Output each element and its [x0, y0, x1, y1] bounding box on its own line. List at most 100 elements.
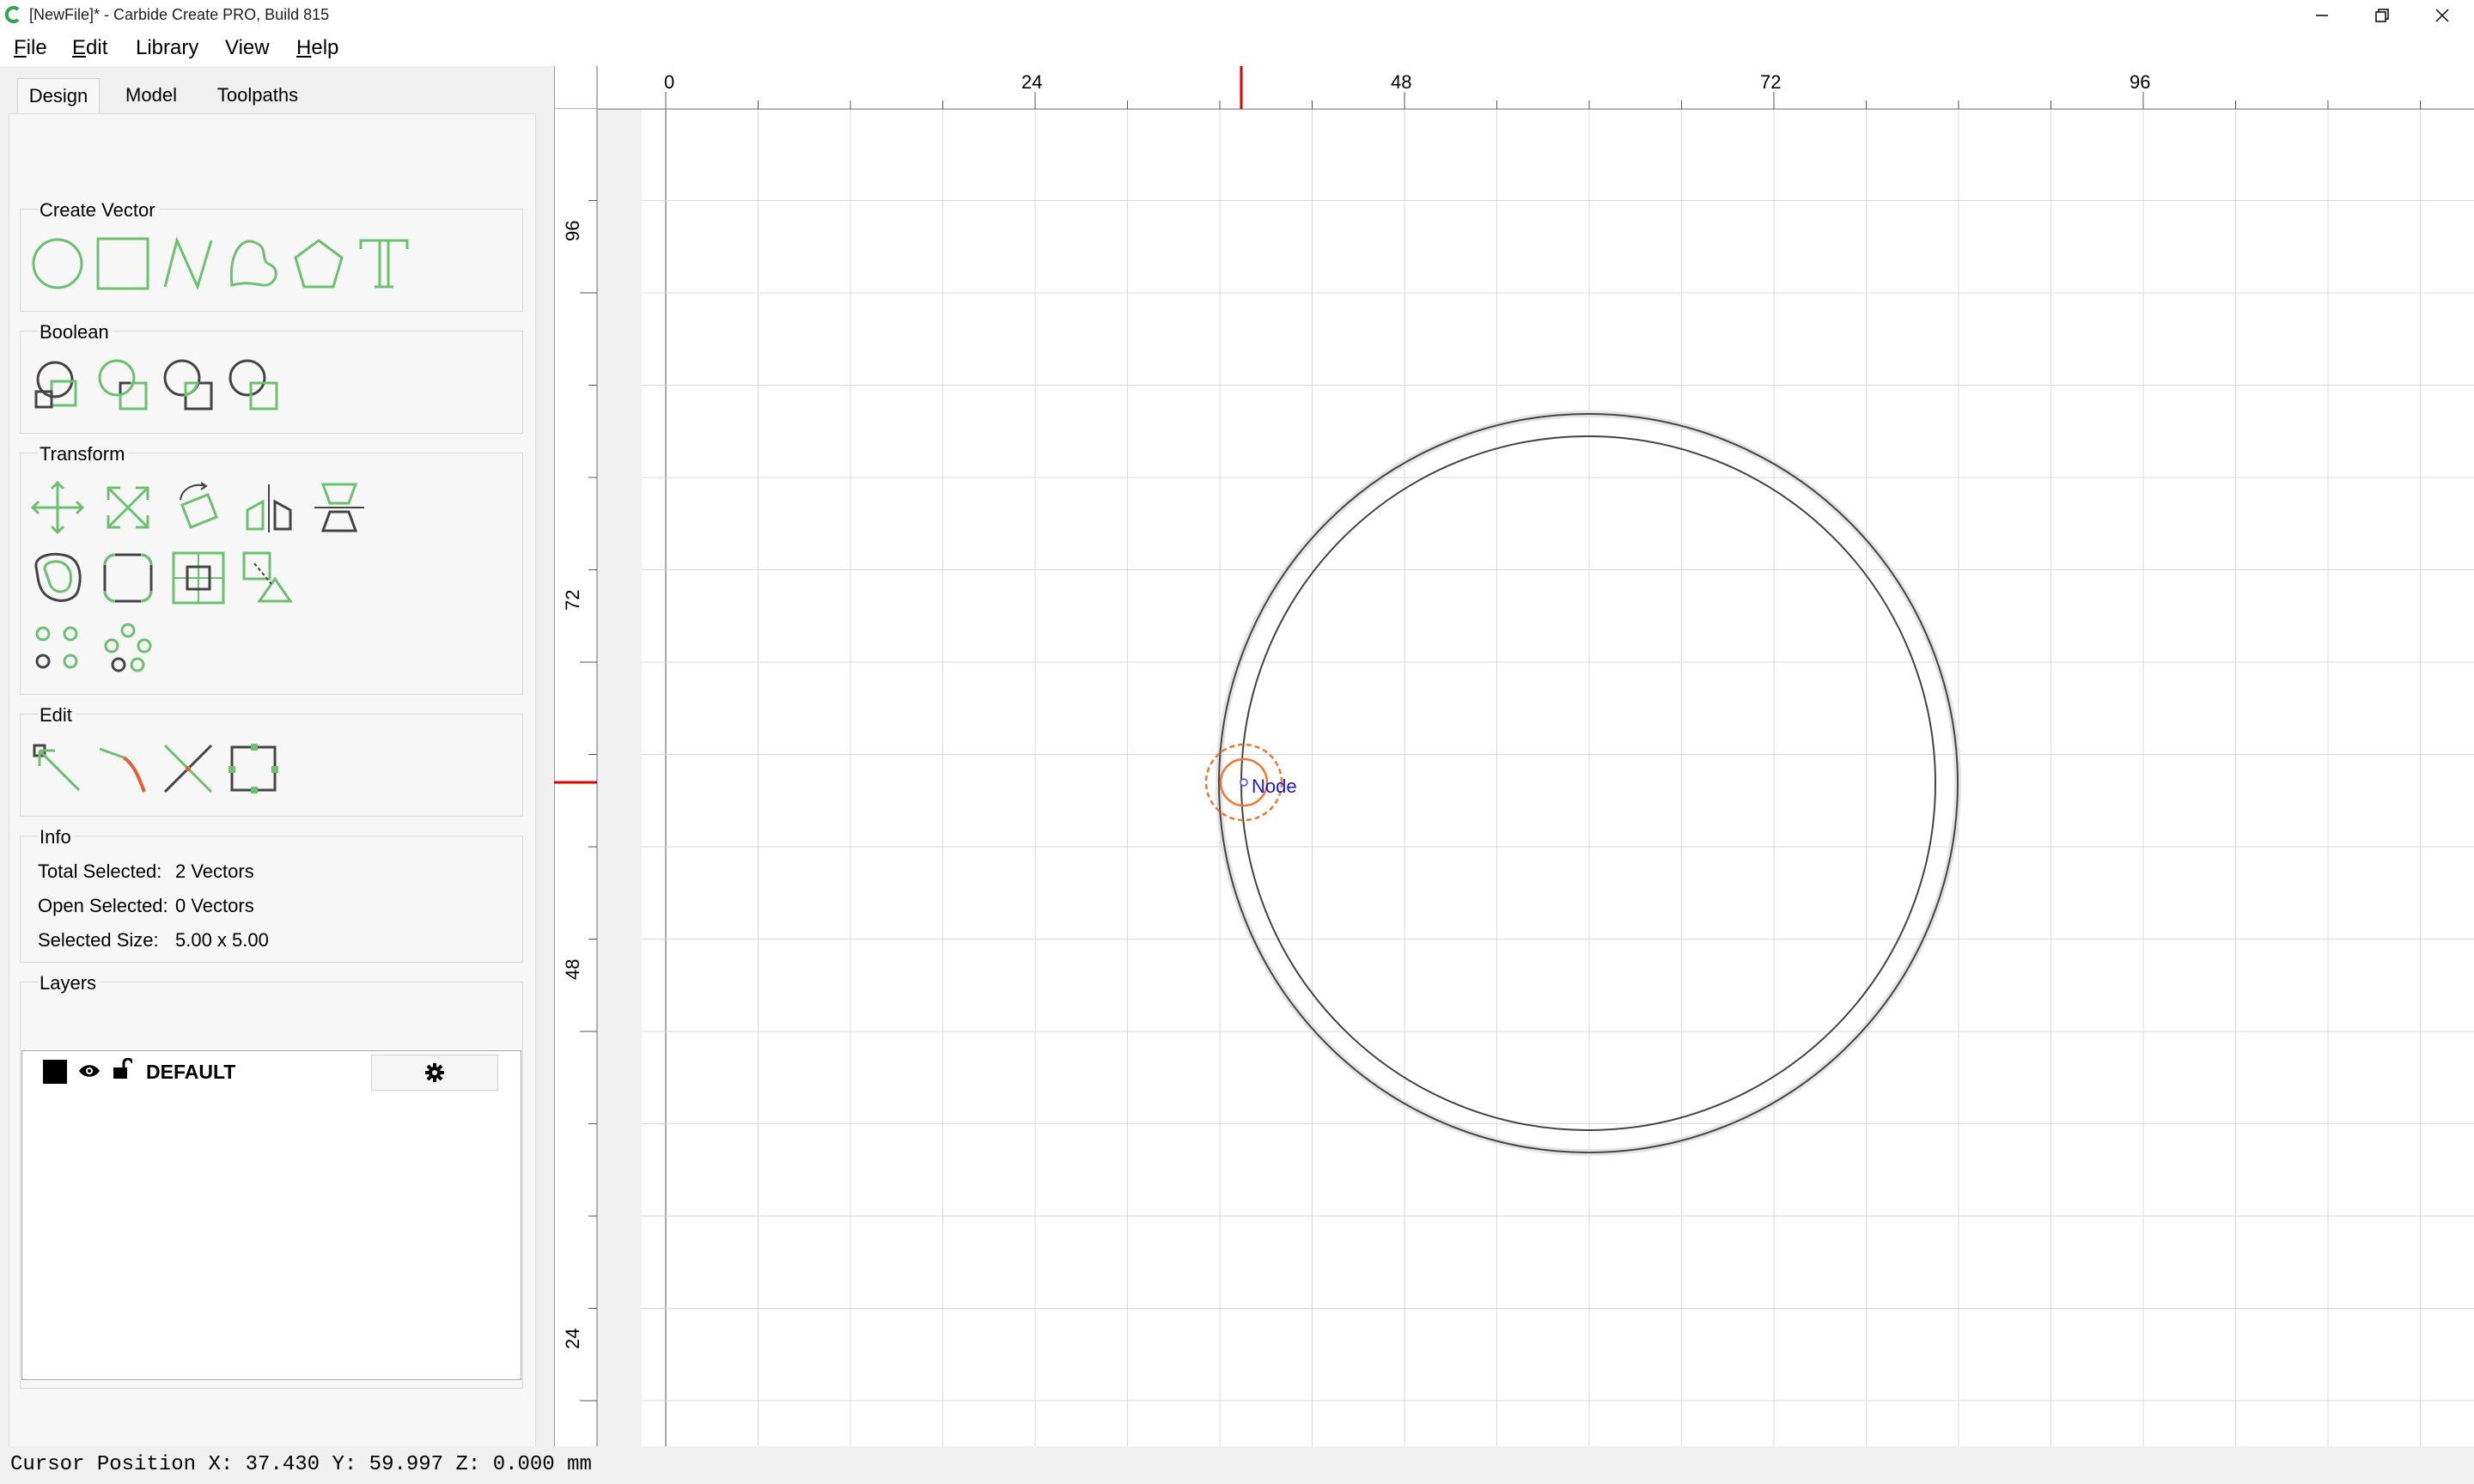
polygon-tool-icon	[294, 239, 344, 289]
linear-array-button[interactable]	[29, 620, 86, 677]
rectangle-tool-icon	[96, 237, 149, 290]
mirror-button[interactable]	[241, 479, 297, 536]
ruler-top-label-48: 48	[1391, 71, 1411, 93]
open-selected-row: Open Selected: 0 Vectors	[38, 895, 254, 917]
trim-icon	[99, 747, 146, 793]
rotate-button[interactable]	[170, 479, 227, 536]
ruler-top-label-24: 24	[1021, 71, 1042, 93]
canvas-svg[interactable]: 0 24 48 72 96 96 72 48 24 Node	[553, 66, 2474, 1446]
eye-icon[interactable]	[77, 1061, 101, 1080]
menu-help[interactable]: Help	[296, 35, 338, 61]
edit-group: Edit	[20, 704, 523, 817]
boolean-group: Boolean	[20, 321, 523, 434]
subtract-button[interactable]	[94, 357, 151, 414]
restore-icon	[2375, 8, 2389, 22]
polyline-tool-button[interactable]	[160, 235, 216, 292]
total-selected-value: 2 Vectors	[175, 861, 254, 882]
menu-file[interactable]: File	[14, 35, 47, 61]
circular-array-button[interactable]	[100, 620, 156, 677]
linear-array-icon	[35, 626, 78, 669]
menu-library[interactable]: Library	[136, 35, 198, 61]
ruler-top-label-72: 72	[1760, 71, 1781, 93]
cut-button[interactable]	[160, 740, 216, 797]
info-title: Info	[38, 826, 75, 848]
offset-icon	[34, 552, 82, 602]
design-canvas[interactable]: 0 24 48 72 96 96 72 48 24 Node	[553, 66, 2474, 1446]
ruler-left-label-96: 96	[562, 221, 583, 241]
weld-button[interactable]	[225, 357, 282, 414]
open-selected-value: 0 Vectors	[175, 895, 254, 916]
fillet-button[interactable]	[100, 550, 156, 606]
mirror-icon	[246, 484, 292, 532]
restore-button[interactable]	[2352, 0, 2412, 30]
intersect-icon	[163, 359, 213, 411]
rectangle-tool-button[interactable]	[94, 235, 151, 292]
flip-icon	[314, 483, 364, 532]
transform-group: Transform	[20, 443, 523, 695]
curve-tool-icon	[229, 240, 277, 287]
cut-icon	[163, 744, 213, 794]
close-button[interactable]	[2412, 0, 2472, 30]
create-vector-title: Create Vector	[38, 199, 159, 222]
node-edit-button[interactable]	[29, 740, 86, 797]
tab-design[interactable]: Design	[17, 78, 100, 113]
total-selected-row: Total Selected: 2 Vectors	[38, 861, 254, 883]
circle-tool-button[interactable]	[29, 235, 86, 292]
cursor-position-readout: Cursor Position X: 37.430 Y: 59.997 Z: 0…	[10, 1453, 592, 1476]
selected-size-row: Selected Size: 5.00 x 5.00	[38, 929, 269, 952]
flip-button[interactable]	[311, 479, 368, 536]
polygon-tool-button[interactable]	[290, 235, 347, 292]
weld-icon	[229, 359, 278, 411]
menu-view[interactable]: View	[225, 35, 270, 61]
left-panel: Design Model Toolpaths Create Vector Boo…	[0, 66, 550, 1455]
gear-icon	[425, 1063, 444, 1082]
circular-array-icon	[104, 623, 152, 672]
unlock-icon[interactable]	[112, 1058, 132, 1080]
edit-title: Edit	[38, 704, 76, 727]
node-label: Node	[1252, 775, 1297, 797]
design-tab-pane: Create Vector Boolean Transform Edit Inf…	[9, 113, 536, 1455]
layer-color-swatch[interactable]	[43, 1060, 67, 1084]
union-icon	[34, 361, 77, 409]
ruler-left-label-24: 24	[562, 1329, 583, 1349]
text-tool-button[interactable]	[356, 235, 412, 292]
minimize-icon	[2316, 14, 2328, 16]
carbide-c-icon	[5, 6, 20, 23]
node-handle[interactable]	[1240, 778, 1248, 787]
tab-model[interactable]: Model	[110, 78, 192, 113]
rotate-icon	[180, 482, 218, 529]
intersect-button[interactable]	[160, 357, 216, 414]
selected-size-label: Selected Size:	[38, 929, 159, 951]
join-button[interactable]	[225, 740, 282, 797]
trim-button[interactable]	[94, 740, 151, 797]
close-icon	[2435, 8, 2449, 22]
info-group: Info Total Selected: 2 Vectors Open Sele…	[20, 826, 523, 963]
tab-toolpaths[interactable]: Toolpaths	[203, 78, 313, 113]
union-button[interactable]	[29, 357, 86, 414]
scale-icon	[107, 486, 149, 529]
offset-button[interactable]	[29, 550, 86, 606]
selected-size-value: 5.00 x 5.00	[175, 929, 269, 951]
move-button[interactable]	[29, 479, 86, 536]
title-bar: [NewFile]* - Carbide Create PRO, Build 8…	[0, 0, 2474, 30]
scale-button[interactable]	[100, 479, 156, 536]
transform-title: Transform	[38, 443, 129, 465]
text-tool-icon	[359, 239, 409, 289]
distort-icon	[242, 551, 293, 603]
ruler-top-label-96: 96	[2130, 71, 2150, 93]
move-icon	[30, 480, 85, 535]
boolean-title: Boolean	[38, 321, 113, 344]
polyline-tool-icon	[163, 236, 213, 291]
menu-edit[interactable]: Edit	[72, 35, 107, 61]
circle-tool-icon	[32, 238, 83, 289]
minimize-button[interactable]	[2292, 0, 2352, 30]
ruler-left-label-72: 72	[562, 590, 583, 611]
curve-tool-button[interactable]	[225, 235, 282, 292]
align-button[interactable]	[170, 550, 227, 606]
subtract-icon	[98, 359, 148, 411]
open-selected-label: Open Selected:	[38, 895, 168, 916]
layer-settings-button[interactable]	[371, 1055, 498, 1091]
distort-button[interactable]	[241, 550, 297, 606]
node-edit-icon	[33, 744, 81, 792]
layer-row[interactable]: DEFAULT	[22, 1051, 521, 1091]
